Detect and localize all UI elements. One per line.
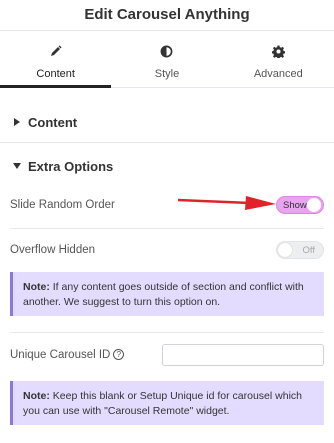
tab-bar: Content Style Advanced [0,31,334,88]
row-divider [10,228,324,229]
toggle-knob [307,198,321,212]
section-extra-title: Extra Options [28,158,114,174]
tab-advanced-label: Advanced [253,68,303,80]
slide-random-toggle[interactable]: Show [276,196,324,214]
caret-down-icon [12,161,22,171]
note-bold: Note: [23,281,50,293]
overflow-hidden-state: Off [302,244,316,256]
overflow-hidden-label: Overflow Hidden [10,244,96,256]
overflow-hidden-row: Overflow Hidden Off [10,240,324,260]
tab-content-label: Content [36,68,75,80]
overflow-hidden-toggle[interactable]: Off [276,241,324,259]
section-content[interactable]: Content [0,112,334,132]
pencil-icon [48,43,64,59]
note-text: If any content goes outside of section a… [23,281,304,308]
overflow-note: Note: If any content goes outside of sec… [10,272,324,316]
section-extra-options[interactable]: Extra Options [0,156,334,176]
section-content-title: Content [28,114,78,130]
slide-random-label: Slide Random Order [10,199,115,211]
arrow-annotation-icon [178,196,276,210]
unique-id-label-wrap: Unique Carousel ID? [10,349,125,361]
slide-random-state: Show [283,199,307,211]
note-text: Keep this blank or Setup Unique id for c… [23,390,302,417]
unique-id-input[interactable] [162,344,324,366]
tab-style[interactable]: Style [111,31,222,87]
contrast-icon [159,43,175,59]
unique-id-note: Note: Keep this blank or Setup Unique id… [10,381,324,425]
unique-id-row: Unique Carousel ID? [10,344,324,366]
section-divider [0,142,334,143]
row-divider [10,332,324,333]
help-icon[interactable]: ? [113,349,125,361]
panel-header: Edit Carousel Anything [0,0,334,31]
toggle-knob [278,243,292,257]
tab-content[interactable]: Content [0,31,112,88]
panel-title: Edit Carousel Anything [84,6,250,23]
tab-style-label: Style [154,68,180,80]
unique-id-label: Unique Carousel ID [10,349,111,361]
gear-icon [270,43,286,59]
note-bold: Note: [23,390,50,402]
tab-advanced[interactable]: Advanced [223,31,334,87]
caret-right-icon [12,117,22,127]
